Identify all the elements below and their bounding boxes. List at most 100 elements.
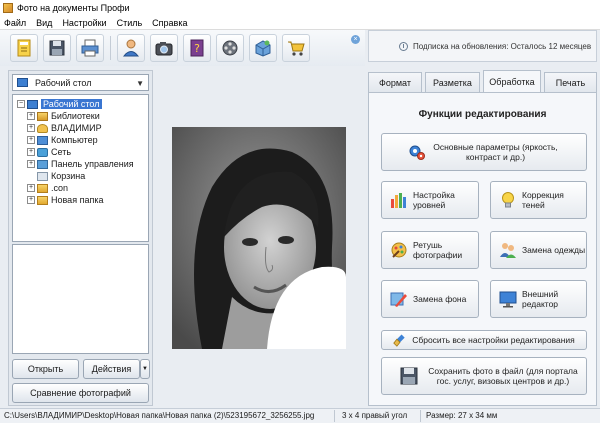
file-list[interactable]: [12, 244, 149, 354]
format-text: 3 x 4 правый угол: [342, 411, 408, 420]
save-to-file-label: Сохранить фото в файл (для портала гос. …: [428, 366, 578, 386]
tree-item-label: Компьютер: [51, 135, 98, 145]
collapse-icon[interactable]: −: [17, 100, 25, 108]
expand-icon[interactable]: +: [27, 184, 35, 192]
window-title: Фото на документы Профи: [17, 3, 130, 13]
actions-dropdown-button[interactable]: ▼: [140, 359, 150, 379]
new-project-button[interactable]: [10, 34, 38, 62]
expand-icon[interactable]: +: [27, 196, 35, 204]
tree-item[interactable]: + ВЛАДИМИР: [17, 122, 148, 134]
reset-settings-button[interactable]: Сбросить все настройки редактирования: [381, 330, 587, 350]
menu-style[interactable]: Стиль: [117, 18, 143, 28]
print-button[interactable]: [76, 34, 104, 62]
retouch-button[interactable]: Ретушь фотографии: [381, 231, 479, 269]
edit-functions-panel: Функции редактирования Основные параметр…: [368, 92, 597, 406]
video-icon: [222, 40, 238, 56]
open-button[interactable]: Открыть: [12, 359, 79, 379]
actions-button[interactable]: Действия: [83, 359, 140, 379]
recycle-bin-icon: [37, 171, 48, 181]
external-editor-label: Внешний редактор: [522, 289, 559, 309]
compare-photos-button[interactable]: Сравнение фотографий: [12, 383, 149, 403]
tree-item-label: Рабочий стол: [41, 99, 102, 109]
gears-icon: [409, 145, 425, 160]
expand-icon[interactable]: +: [27, 112, 35, 120]
tree-item[interactable]: Корзина: [17, 170, 148, 182]
expand-icon[interactable]: +: [27, 160, 35, 168]
menu-help[interactable]: Справка: [152, 18, 187, 28]
file-path: C:\Users\ВЛАДИМИР\Desktop\Новая папка\Но…: [4, 411, 315, 420]
help-button[interactable]: ?: [183, 34, 211, 62]
background-button[interactable]: Замена фона: [381, 280, 479, 318]
expand-icon[interactable]: +: [27, 148, 35, 156]
status-bar: C:\Users\ВЛАДИМИР\Desktop\Новая папка\Но…: [0, 408, 600, 423]
tab-markup[interactable]: Разметка: [425, 72, 480, 92]
desktop-icon: [17, 78, 28, 87]
external-editor-button[interactable]: Внешний редактор: [490, 280, 587, 318]
panel-title: Функции редактирования: [418, 109, 547, 120]
title-bar: Фото на документы Профи: [0, 0, 600, 16]
shadows-button[interactable]: Коррекция теней: [490, 181, 587, 219]
camera-button[interactable]: [150, 34, 178, 62]
shadows-label: Коррекция теней: [522, 190, 564, 210]
desktop-icon: [27, 99, 38, 109]
levels-label: Настройка уровней: [413, 190, 455, 210]
photo-preview[interactable]: [172, 127, 346, 349]
bulb-icon: [502, 192, 514, 208]
menu-view[interactable]: Вид: [36, 18, 52, 28]
clothes-button[interactable]: Замена одежды: [490, 231, 587, 269]
monitor-icon: [499, 291, 517, 308]
chevron-down-icon: ▼: [136, 79, 144, 88]
toolbar: ? ×: [0, 30, 365, 66]
people-icon: [500, 243, 516, 258]
size-text: Размер: 27 x 34 мм: [426, 411, 498, 420]
tab-print[interactable]: Печать: [544, 72, 597, 92]
new-project-icon: [17, 39, 31, 57]
cart-button[interactable]: [282, 34, 310, 62]
tab-format[interactable]: Формат: [368, 72, 422, 92]
menu-settings[interactable]: Настройки: [62, 18, 106, 28]
camera-icon: [155, 42, 173, 56]
user-icon: [122, 39, 140, 57]
basic-params-label: Основные параметры (яркость, контраст и …: [433, 142, 558, 162]
tree-item[interactable]: + Сеть: [17, 146, 148, 158]
package-icon: [255, 40, 271, 57]
tree-item[interactable]: + Новая папка: [17, 194, 148, 206]
tree-item[interactable]: − Рабочий стол: [17, 98, 148, 110]
floppy-icon: [400, 367, 418, 385]
tree-item[interactable]: + Панель управления: [17, 158, 148, 170]
background-icon: [390, 292, 407, 307]
tab-processing[interactable]: Обработка: [483, 70, 541, 92]
background-label: Замена фона: [413, 294, 467, 304]
video-button[interactable]: [216, 34, 244, 62]
package-button[interactable]: [249, 34, 277, 62]
toolbar-separator: [110, 36, 111, 60]
retouch-label: Ретушь фотографии: [413, 240, 463, 260]
save-button[interactable]: [43, 34, 71, 62]
tree-item[interactable]: + .con: [17, 182, 148, 194]
expand-icon[interactable]: +: [27, 136, 35, 144]
app-icon: [3, 3, 13, 13]
expand-icon[interactable]: +: [27, 124, 35, 132]
broom-icon: [393, 334, 405, 347]
levels-button[interactable]: Настройка уровней: [381, 181, 479, 219]
clock-icon: [399, 42, 408, 51]
tree-item[interactable]: + Компьютер: [17, 134, 148, 146]
tree-item-label: Корзина: [51, 171, 86, 181]
tree-item[interactable]: + Библиотеки: [17, 110, 148, 122]
tree-item-label: Новая папка: [51, 195, 104, 205]
menu-file[interactable]: Файл: [4, 18, 26, 28]
control-panel-icon: [37, 159, 48, 169]
file-browser-panel: Рабочий стол ▼ − Рабочий стол + Библиоте…: [8, 70, 153, 406]
basic-params-button[interactable]: Основные параметры (яркость, контраст и …: [381, 133, 587, 171]
folder-select[interactable]: Рабочий стол ▼: [12, 74, 149, 91]
folder-icon: [37, 195, 48, 205]
close-icon[interactable]: ×: [351, 35, 360, 44]
user-button[interactable]: [117, 34, 145, 62]
save-to-file-button[interactable]: Сохранить фото в файл (для портала гос. …: [381, 357, 587, 395]
user-folder-icon: [37, 123, 48, 133]
tree-item-label: Панель управления: [51, 159, 134, 169]
computer-icon: [37, 135, 48, 145]
tree-item-label: .con: [51, 183, 69, 193]
folder-tree[interactable]: − Рабочий стол + Библиотеки + ВЛАДИМИР +…: [12, 94, 149, 242]
tree-item-label: ВЛАДИМИР: [51, 123, 102, 133]
